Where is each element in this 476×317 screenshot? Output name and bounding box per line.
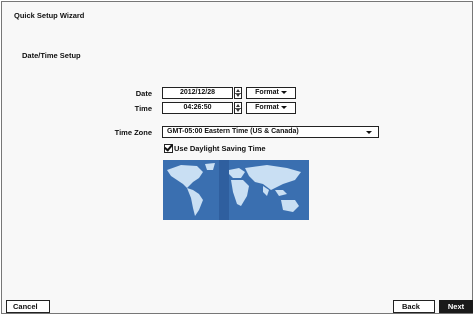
- wizard-window: Quick Setup Wizard Date/Time Setup Date …: [1, 1, 473, 314]
- world-map-icon: [163, 160, 309, 220]
- time-field[interactable]: 04:26:50: [162, 102, 233, 114]
- dst-label: Use Daylight Saving Time: [174, 144, 266, 153]
- chevron-down-icon: [280, 105, 287, 109]
- time-format-button[interactable]: Format: [246, 102, 296, 114]
- chevron-down-icon: [366, 131, 372, 134]
- next-button[interactable]: Next: [439, 300, 473, 313]
- time-label: Time: [134, 104, 152, 113]
- time-spinner[interactable]: [234, 102, 242, 114]
- timezone-label: Time Zone: [114, 128, 152, 137]
- chevron-down-icon: [280, 90, 287, 94]
- spin-up-icon: [236, 104, 240, 107]
- time-format-label: Format: [255, 104, 279, 111]
- date-format-button[interactable]: Format: [246, 87, 296, 99]
- spin-up-icon: [236, 89, 240, 92]
- dst-checkbox[interactable]: [164, 142, 173, 153]
- cancel-button[interactable]: Cancel: [6, 300, 50, 313]
- date-format-label: Format: [255, 89, 279, 96]
- spin-down-icon: [236, 109, 240, 112]
- section-title: Date/Time Setup: [22, 51, 81, 60]
- date-field[interactable]: 2012/12/28: [162, 87, 233, 99]
- date-label: Date: [135, 89, 152, 98]
- date-spinner[interactable]: [234, 87, 242, 99]
- spin-down-icon: [236, 94, 240, 97]
- window-title: Quick Setup Wizard: [14, 11, 85, 20]
- timezone-select[interactable]: GMT-05:00 Eastern Time (US & Canada): [162, 126, 379, 138]
- timezone-value: GMT-05:00 Eastern Time (US & Canada): [167, 128, 299, 135]
- checkmark-icon: [164, 142, 173, 152]
- back-button[interactable]: Back: [393, 300, 435, 313]
